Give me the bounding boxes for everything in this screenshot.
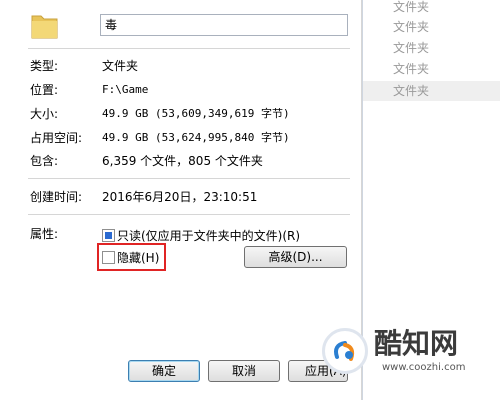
properties-dialog: 毒 类型: 文件夹 位置: F:\Game 大小: 49.9 GB (53,60… [0,0,362,400]
attributes-label: 属性: [30,227,59,241]
readonly-checkbox-row[interactable]: 只读(仅应用于文件夹中的文件)(R) [102,228,300,244]
disk-size-label: 占用空间: [30,131,83,145]
watermark-title: 酷知网 [374,327,459,360]
folder-icon [31,15,58,39]
cancel-button[interactable]: 取消 [208,360,280,382]
separator [28,214,350,216]
size-label: 大小: [30,107,59,121]
contains-value: 6,359 个文件，805 个文件夹 [102,154,263,168]
ok-button[interactable]: 确定 [128,360,200,382]
list-item[interactable]: 文件夹 [363,17,500,37]
disk-size-value: 49.9 GB (53,624,995,840 字节) [102,131,290,144]
type-value: 文件夹 [102,59,139,73]
contains-label: 包含: [30,154,59,168]
location-label: 位置: [30,83,59,97]
folder-name-input[interactable]: 毒 [100,14,348,36]
list-item[interactable]: 文件夹 [363,81,500,101]
watermark: 酷知网 www.coozhi.com [322,322,472,382]
coozhi-logo-icon [322,328,368,374]
location-value: F:\Game [102,83,149,96]
advanced-button[interactable]: 高级(D)... [244,246,347,268]
separator [28,48,350,50]
list-item[interactable]: 文件夹 [363,0,500,17]
readonly-label: 只读(仅应用于文件夹中的文件)(R) [117,229,301,243]
type-label: 类型: [30,59,59,73]
highlight-box [97,243,166,271]
readonly-checkbox[interactable] [102,229,115,242]
created-value: 2016年6月20日，23:10:51 [102,190,258,204]
watermark-url: www.coozhi.com [382,362,466,373]
list-item[interactable]: 文件夹 [363,38,500,58]
created-label: 创建时间: [30,190,83,204]
size-value: 49.9 GB (53,609,349,619 字节) [102,107,290,120]
separator [28,178,350,180]
list-item[interactable]: 文件夹 [363,59,500,79]
